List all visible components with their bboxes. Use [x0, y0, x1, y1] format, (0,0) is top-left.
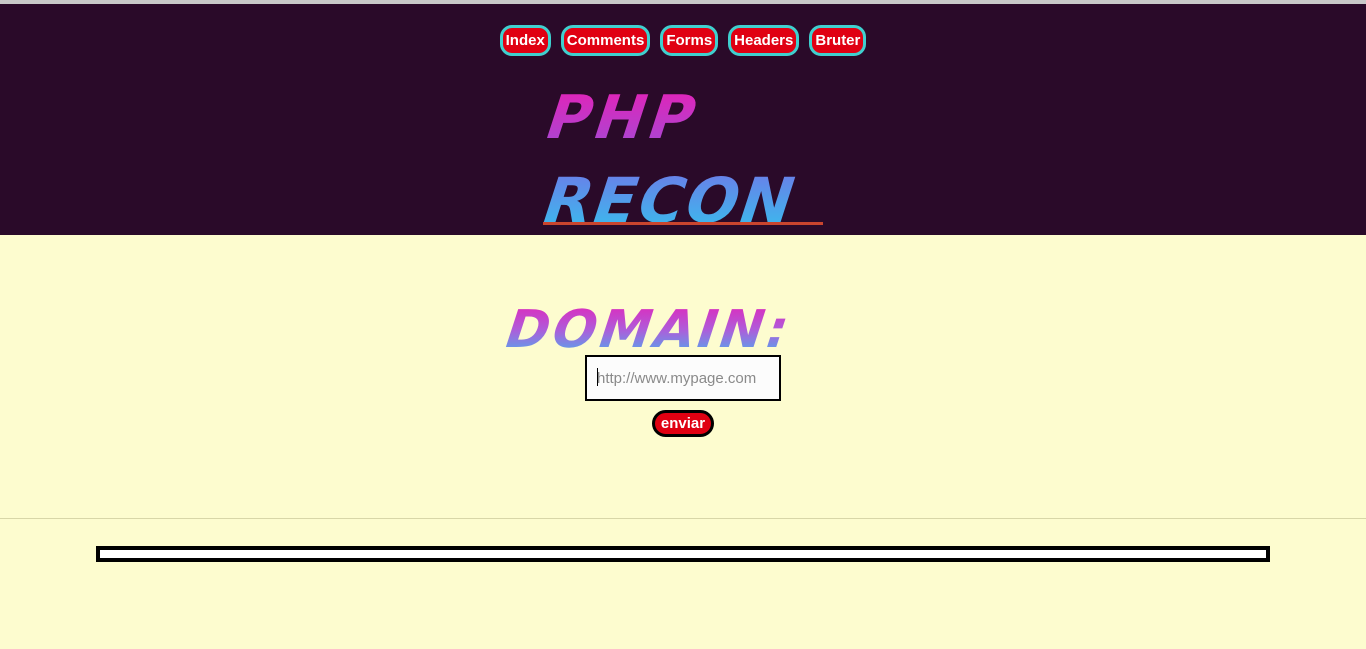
domain-label: DOMAIN:: [500, 298, 801, 355]
text-caret: [597, 368, 598, 386]
domain-label-text: DOMAIN:: [500, 298, 801, 355]
main-nav: Index Comments Forms Headers Bruter: [0, 25, 1366, 56]
nav-forms-button[interactable]: Forms: [660, 25, 719, 56]
submit-button[interactable]: enviar: [652, 410, 714, 437]
results-output: [96, 546, 1270, 562]
domain-input[interactable]: [585, 355, 781, 401]
nav-headers-button[interactable]: Headers: [728, 25, 800, 56]
site-header: Index Comments Forms Headers Bruter PHP …: [0, 4, 1366, 235]
logo-line-recon: RECON: [543, 165, 807, 229]
logo-underline: [543, 222, 823, 225]
nav-comments-button[interactable]: Comments: [560, 25, 651, 56]
logo-line-php: PHP: [543, 84, 710, 153]
nav-index-button[interactable]: Index: [499, 25, 551, 56]
main-panel: DOMAIN: enviar: [0, 235, 1366, 519]
nav-bruter-button[interactable]: Bruter: [809, 25, 867, 56]
site-logo: PHP RECON: [543, 84, 823, 229]
